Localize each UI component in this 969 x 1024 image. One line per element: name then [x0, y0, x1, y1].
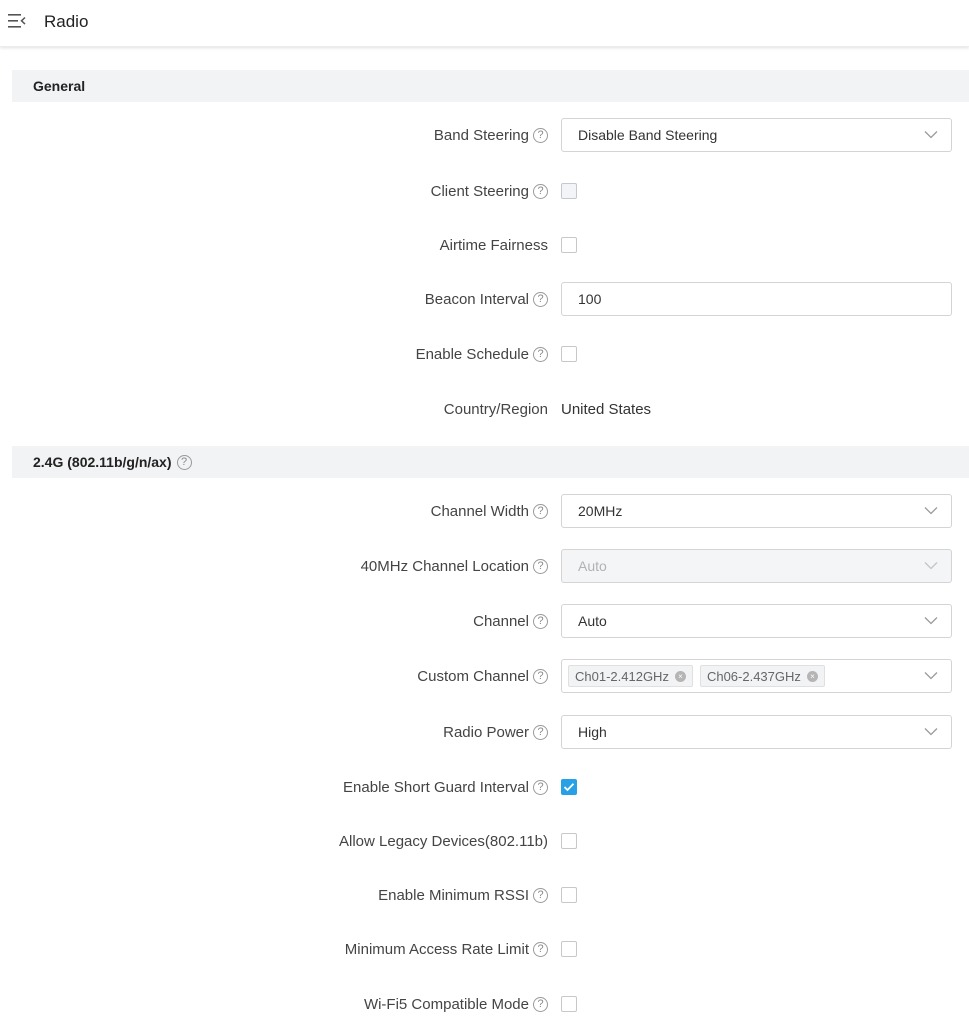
row-legacy-devices: Allow Legacy Devices(802.11b): [0, 823, 969, 859]
beacon-interval-value: 100: [578, 291, 602, 307]
chevron-down-icon: [924, 562, 938, 570]
radio-power-label: Radio Power: [443, 723, 529, 741]
help-icon[interactable]: ?: [533, 503, 548, 519]
client-steering-checkbox[interactable]: [561, 183, 577, 199]
min-rssi-checkbox[interactable]: [561, 887, 577, 903]
help-icon[interactable]: ?: [533, 941, 548, 957]
custom-channel-select[interactable]: Ch01-2.412GHz × Ch06-2.437GHz ×: [561, 659, 952, 693]
channel-tag: Ch06-2.437GHz ×: [699, 665, 825, 687]
page-title: Radio: [44, 12, 89, 31]
enable-schedule-label: Enable Schedule: [415, 345, 529, 363]
section-2-4g: 2.4G (802.11b/g/n/ax) ?: [12, 446, 969, 478]
wifi5-mode-label: Wi-Fi5 Compatible Mode: [363, 995, 529, 1013]
help-icon[interactable]: ?: [176, 454, 192, 470]
beacon-interval-input[interactable]: 100: [561, 282, 952, 316]
row-enable-schedule: Enable Schedule?: [0, 336, 969, 372]
row-client-steering: Client Steering?: [0, 173, 969, 209]
wifi5-mode-checkbox[interactable]: [561, 996, 577, 1012]
row-min-rate: Minimum Access Rate Limit?: [0, 931, 969, 967]
country-region-label: Country/Region: [443, 400, 548, 418]
radio-power-value: High: [578, 724, 607, 740]
help-icon[interactable]: ?: [533, 346, 548, 362]
short-guard-label: Enable Short Guard Interval: [343, 778, 529, 796]
row-beacon-interval: Beacon Interval? 100: [0, 281, 969, 317]
channel-width-label: Channel Width: [430, 502, 529, 520]
help-icon[interactable]: ?: [533, 291, 548, 307]
country-region-value: United States: [561, 400, 652, 418]
channel-tag-label: Ch06-2.437GHz: [706, 668, 801, 684]
row-country-region: Country/Region United States: [0, 391, 969, 427]
band-steering-value: Disable Band Steering: [578, 127, 718, 143]
row-radio-power: Radio Power? High: [0, 714, 969, 750]
row-min-rssi: Enable Minimum RSSI?: [0, 877, 969, 913]
min-rate-label: Minimum Access Rate Limit: [344, 940, 529, 958]
top-bar: Radio: [0, 0, 969, 47]
row-short-guard: Enable Short Guard Interval?: [0, 769, 969, 805]
chevron-down-icon: [924, 131, 938, 139]
channel-width-select[interactable]: 20MHz: [561, 494, 952, 528]
beacon-interval-label: Beacon Interval: [424, 290, 529, 308]
row-wifi5-mode: Wi-Fi5 Compatible Mode?: [0, 986, 969, 1022]
legacy-devices-label: Allow Legacy Devices(802.11b): [339, 832, 548, 850]
help-icon[interactable]: ?: [533, 724, 548, 740]
chevron-down-icon: [924, 617, 938, 625]
help-icon[interactable]: ?: [533, 183, 548, 199]
enable-schedule-checkbox[interactable]: [561, 346, 577, 362]
custom-channel-label: Custom Channel: [417, 667, 529, 685]
channel-value: Auto: [578, 613, 607, 629]
row-channel-width: Channel Width? 20MHz: [0, 493, 969, 529]
channel-tag: Ch01-2.412GHz ×: [568, 665, 693, 687]
legacy-devices-checkbox[interactable]: [561, 833, 577, 849]
airtime-fairness-label: Airtime Fairness: [439, 236, 548, 254]
section-title-2-4g: 2.4G (802.11b/g/n/ax): [33, 454, 172, 470]
chevron-down-icon: [924, 728, 938, 736]
band-steering-select[interactable]: Disable Band Steering: [561, 118, 952, 152]
channel-tag-label: Ch01-2.412GHz: [575, 668, 669, 684]
check-icon: [563, 783, 575, 792]
channel-width-value: 20MHz: [578, 503, 623, 519]
row-custom-channel: Custom Channel? Ch01-2.412GHz × Ch06-2.4…: [0, 658, 969, 694]
channel-location-label: 40MHz Channel Location: [360, 557, 529, 575]
row-channel-location: 40MHz Channel Location? Auto: [0, 548, 969, 584]
help-icon[interactable]: ?: [533, 668, 548, 684]
remove-tag-icon[interactable]: ×: [674, 670, 686, 682]
help-icon[interactable]: ?: [533, 127, 548, 143]
help-icon[interactable]: ?: [533, 558, 548, 574]
remove-tag-icon[interactable]: ×: [806, 670, 818, 682]
short-guard-checkbox[interactable]: [561, 779, 577, 795]
band-steering-label: Band Steering: [433, 126, 529, 144]
row-airtime-fairness: Airtime Fairness: [0, 227, 969, 263]
menu-collapse-icon[interactable]: [8, 13, 26, 29]
channel-label: Channel: [473, 612, 529, 630]
min-rssi-label: Enable Minimum RSSI: [378, 886, 529, 904]
chevron-down-icon: [924, 672, 938, 680]
help-icon[interactable]: ?: [533, 613, 548, 629]
channel-select[interactable]: Auto: [561, 604, 952, 638]
row-band-steering: Band Steering? Disable Band Steering: [0, 117, 969, 153]
client-steering-label: Client Steering: [430, 182, 529, 200]
channel-location-value: Auto: [578, 558, 607, 574]
section-general: General: [12, 70, 969, 102]
help-icon[interactable]: ?: [533, 887, 548, 903]
chevron-down-icon: [924, 507, 938, 515]
help-icon[interactable]: ?: [533, 779, 548, 795]
min-rate-checkbox[interactable]: [561, 941, 577, 957]
help-icon[interactable]: ?: [533, 996, 548, 1012]
radio-power-select[interactable]: High: [561, 715, 952, 749]
channel-location-select[interactable]: Auto: [561, 549, 952, 583]
row-channel: Channel? Auto: [0, 603, 969, 639]
airtime-fairness-checkbox[interactable]: [561, 237, 577, 253]
section-title-general: General: [33, 78, 86, 94]
